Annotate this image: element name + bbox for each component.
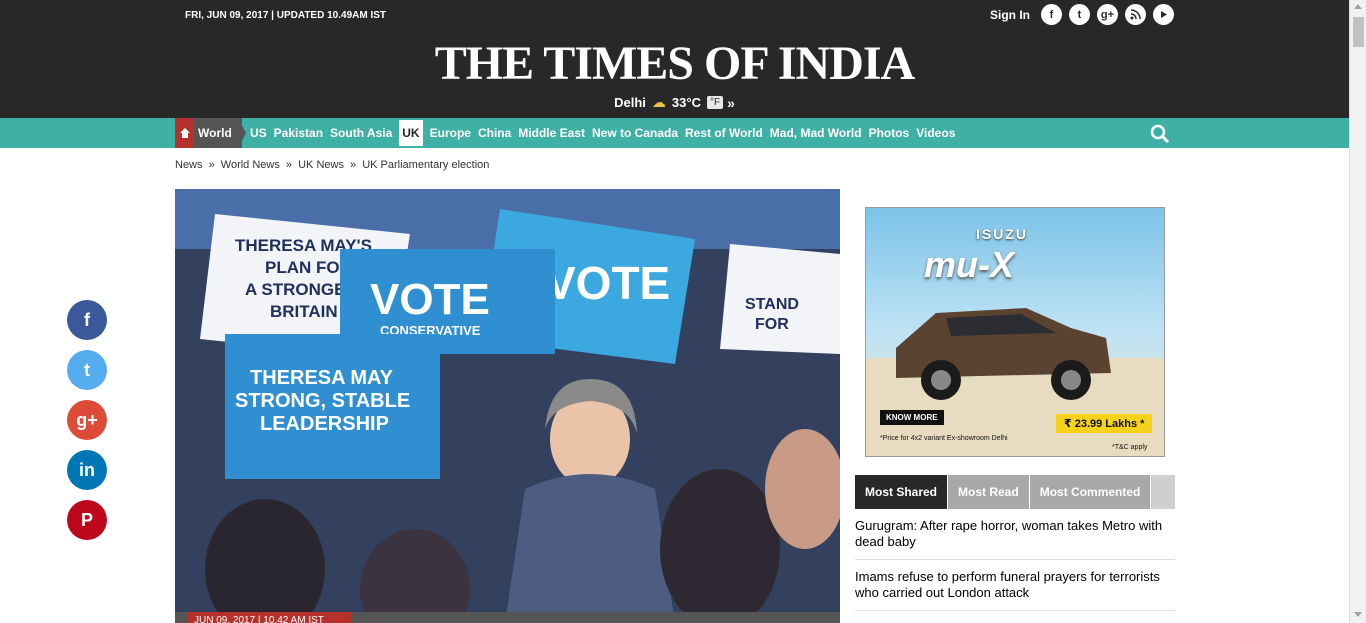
weather-widget: Delhi ☁ 33°C °F » [0, 94, 1349, 111]
ad-terms: *T&C apply [1112, 444, 1148, 451]
advertisement[interactable]: ISUZU mu-X KNOW MORE ₹ 23.99 Lakhs * *Pr… [865, 207, 1165, 457]
scroll-up-icon[interactable] [1354, 4, 1362, 9]
twitter-icon[interactable]: t [67, 350, 107, 390]
google-plus-icon[interactable]: g+ [67, 400, 107, 440]
site-logo[interactable]: THE TIMES OF INDIA [0, 36, 1349, 91]
popular-tabs: Most Shared Most Read Most Commented [855, 475, 1175, 509]
sign-text: STAND [745, 296, 799, 313]
hero-image[interactable]: THERESA MAY'S PLAN FOR A STRONGER BRITAI… [175, 189, 840, 623]
nav-items: US Pakistan South Asia UK Europe China M… [250, 118, 962, 148]
nav-item-pakistan[interactable]: Pakistan [274, 126, 323, 140]
ad-brand: ISUZU [976, 226, 1028, 242]
tab-most-shared[interactable]: Most Shared [855, 475, 949, 509]
breadcrumb-current: UK Parliamentary election [362, 159, 490, 171]
story-list: Gurugram: After rape horror, woman takes… [855, 518, 1175, 620]
nav-item-new-to-canada[interactable]: New to Canada [592, 126, 678, 140]
page-scrollbar[interactable] [1349, 0, 1366, 623]
sign-in-link[interactable]: Sign In [990, 8, 1030, 22]
breadcrumb-news[interactable]: News [175, 159, 203, 171]
sign-text: THERESA MAY [250, 367, 394, 389]
breadcrumb-uk-news[interactable]: UK News [298, 159, 344, 171]
ad-price-badge: ₹ 23.99 Lakhs * [1056, 414, 1153, 433]
facebook-icon[interactable]: f [1041, 4, 1062, 25]
sign-text: VOTE [370, 275, 490, 324]
ad-price-note: *Price for 4x2 variant Ex-showroom Delhi [880, 435, 1008, 442]
share-rail: f t g+ in P [67, 300, 107, 550]
weather-temperature: 33°C [671, 95, 701, 110]
sign-text: PLAN FOR [265, 258, 352, 277]
weather-more-link[interactable]: » [727, 95, 735, 111]
breadcrumb-separator: » [208, 159, 215, 171]
tab-most-commented[interactable]: Most Commented [1029, 475, 1152, 509]
ad-model: mu-X [924, 244, 1014, 285]
nav-item-mad-mad-world[interactable]: Mad, Mad World [770, 126, 862, 140]
breadcrumb: News » World News » UK News » UK Parliam… [175, 159, 492, 171]
partly-cloudy-icon: ☁ [651, 94, 666, 110]
home-icon[interactable] [175, 118, 194, 148]
nav-item-china[interactable]: China [478, 126, 511, 140]
header-social: Sign In f t g+ [990, 4, 1174, 25]
nav-item-europe[interactable]: Europe [430, 126, 471, 140]
search-icon[interactable] [1150, 124, 1170, 144]
temperature-unit-toggle[interactable]: °F [706, 96, 724, 109]
list-item[interactable]: Gurugram: After rape horror, woman takes… [855, 518, 1175, 560]
campaign-sign: STAND FOR [720, 244, 840, 354]
rss-icon[interactable] [1125, 4, 1146, 25]
main-nav: World US Pakistan South Asia UK Europe C… [0, 118, 1349, 148]
scroll-down-icon[interactable] [1354, 612, 1362, 617]
sign-text: STRONG, STABLE [235, 390, 410, 412]
campaign-sign: THERESA MAY STRONG, STABLE LEADERSHIP [225, 334, 440, 479]
sign-text: LEADERSHIP [260, 413, 389, 435]
ad-know-more-button[interactable]: KNOW MORE [880, 410, 944, 425]
list-item[interactable]: Imams refuse to perform funeral prayers … [855, 569, 1175, 611]
nav-item-uk[interactable]: UK [399, 120, 423, 146]
breadcrumb-separator: » [350, 159, 357, 171]
nav-item-rest-of-world[interactable]: Rest of World [685, 126, 763, 140]
nav-item-videos[interactable]: Videos [916, 126, 955, 140]
sign-text: FOR [755, 316, 789, 333]
nav-item-photos[interactable]: Photos [869, 126, 910, 140]
breadcrumb-world-news[interactable]: World News [221, 159, 280, 171]
scroll-thumb[interactable] [1353, 17, 1364, 47]
breadcrumb-separator: » [285, 159, 293, 171]
facebook-icon[interactable]: f [67, 300, 107, 340]
nav-item-middle-east[interactable]: Middle East [518, 126, 585, 140]
sign-text: VOTE [545, 257, 670, 309]
twitter-icon[interactable]: t [1069, 4, 1090, 25]
sign-text: BRITAIN [270, 302, 338, 321]
hero-timestamp: JUN 09, 2017 | 10.42 AM IST [188, 612, 351, 623]
weather-city[interactable]: Delhi [614, 95, 646, 110]
nav-item-us[interactable]: US [250, 126, 267, 140]
nav-section-world[interactable]: World [194, 118, 242, 148]
google-plus-icon[interactable]: g+ [1097, 4, 1118, 25]
nav-section-arrow [238, 118, 246, 148]
youtube-icon[interactable] [1153, 4, 1174, 25]
dateline: FRI, JUN 09, 2017 | UPDATED 10.49AM IST [185, 10, 387, 21]
pinterest-icon[interactable]: P [67, 500, 107, 540]
nav-item-south-asia[interactable]: South Asia [330, 126, 392, 140]
top-header: FRI, JUN 09, 2017 | UPDATED 10.49AM IST … [0, 0, 1349, 118]
tab-most-read[interactable]: Most Read [948, 475, 1030, 509]
linkedin-icon[interactable]: in [67, 450, 107, 490]
